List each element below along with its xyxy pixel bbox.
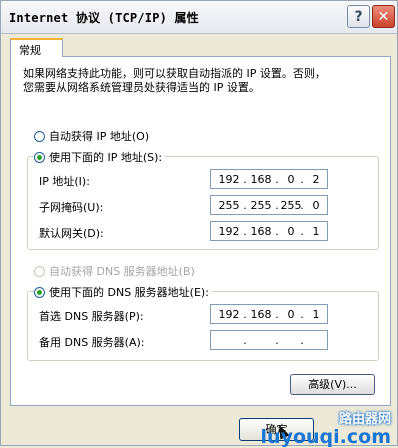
octet: 2 <box>312 173 320 186</box>
octet-separator: . <box>300 334 304 347</box>
radio-auto-dns[interactable]: 自动获得 DNS 服务器地址(B) <box>34 263 198 279</box>
radio-selected-icon <box>34 286 45 298</box>
alternate-dns-input[interactable]: . . . <box>210 330 328 350</box>
octet-separator: . <box>243 173 247 186</box>
octet: 192 <box>218 308 240 321</box>
octet: 255 <box>218 199 240 212</box>
octet: 1 <box>312 308 320 321</box>
close-button[interactable]: ✕ <box>372 5 395 28</box>
octet: 255 <box>250 199 272 212</box>
alternate-dns-label: 备用 DNS 服务器(A): <box>39 336 145 349</box>
octet: 0 <box>312 199 320 212</box>
radio-selected-icon <box>34 151 45 163</box>
octet-separator: . <box>275 334 279 347</box>
watermark: 路由器网 luyouqi.com <box>261 408 391 448</box>
radio-button-icon <box>34 265 45 277</box>
octet-separator: . <box>243 225 247 238</box>
octet: 168 <box>250 173 272 186</box>
ip-address-label: IP 地址(I): <box>39 175 90 188</box>
preferred-dns-label: 首选 DNS 服务器(P): <box>39 310 144 323</box>
subnet-mask-input[interactable]: 255 . 255 . 255 . 0 <box>210 195 328 215</box>
octet-separator: . <box>243 308 247 321</box>
description-line: 您需要从网络系统管理员处获得适当的 IP 设置。 <box>23 81 260 94</box>
subnet-mask-label: 子网掩码(U): <box>39 201 104 214</box>
watermark-text-cn: 路由器网 <box>338 412 391 427</box>
octet: 168 <box>250 225 272 238</box>
octet: 192 <box>218 173 240 186</box>
octet: 1 <box>312 225 320 238</box>
octet-separator: . <box>243 199 247 212</box>
radio-manual-ip[interactable]: 使用下面的 IP 地址(S): <box>34 149 166 165</box>
radio-label: 自动获得 IP 地址(O) <box>49 130 150 143</box>
title-bar[interactable]: Internet 协议 (TCP/IP) 属性 ? ✕ <box>1 1 397 34</box>
radio-label: 自动获得 DNS 服务器地址(B) <box>49 265 195 278</box>
watermark-text-en: luyouqi.com <box>260 426 391 448</box>
properties-dialog: Internet 协议 (TCP/IP) 属性 ? ✕ 常规 如果网络支持此功能… <box>0 0 398 448</box>
radio-auto-ip[interactable]: 自动获得 IP 地址(O) <box>34 128 153 144</box>
description-line: 如果网络支持此功能，则可以获取自动指派的 IP 设置。否则， <box>23 67 326 80</box>
radio-label: 使用下面的 DNS 服务器地址(E): <box>49 286 209 299</box>
octet: 168 <box>250 308 272 321</box>
advanced-button[interactable]: 高级(V)... <box>290 374 375 395</box>
dns-groupbox <box>27 291 379 361</box>
radio-manual-dns[interactable]: 使用下面的 DNS 服务器地址(E): <box>34 284 212 300</box>
default-gateway-label: 默认网关(D): <box>39 227 104 240</box>
tab-general[interactable]: 常规 <box>10 38 63 57</box>
default-gateway-input[interactable]: 192 . 168 . 0 . 1 <box>210 221 328 241</box>
radio-button-icon <box>34 130 45 142</box>
ip-address-input[interactable]: 192 . 168 . 0 . 2 <box>210 169 328 189</box>
octet-separator: . <box>243 334 247 347</box>
help-button[interactable]: ? <box>347 5 370 28</box>
octet: 192 <box>218 225 240 238</box>
radio-label: 使用下面的 IP 地址(S): <box>49 151 163 164</box>
window-title: Internet 协议 (TCP/IP) 属性 <box>9 11 199 25</box>
description-text: 如果网络支持此功能，则可以获取自动指派的 IP 设置。否则， 您需要从网络系统管… <box>23 67 373 95</box>
preferred-dns-input[interactable]: 192 . 168 . 0 . 1 <box>210 304 328 324</box>
